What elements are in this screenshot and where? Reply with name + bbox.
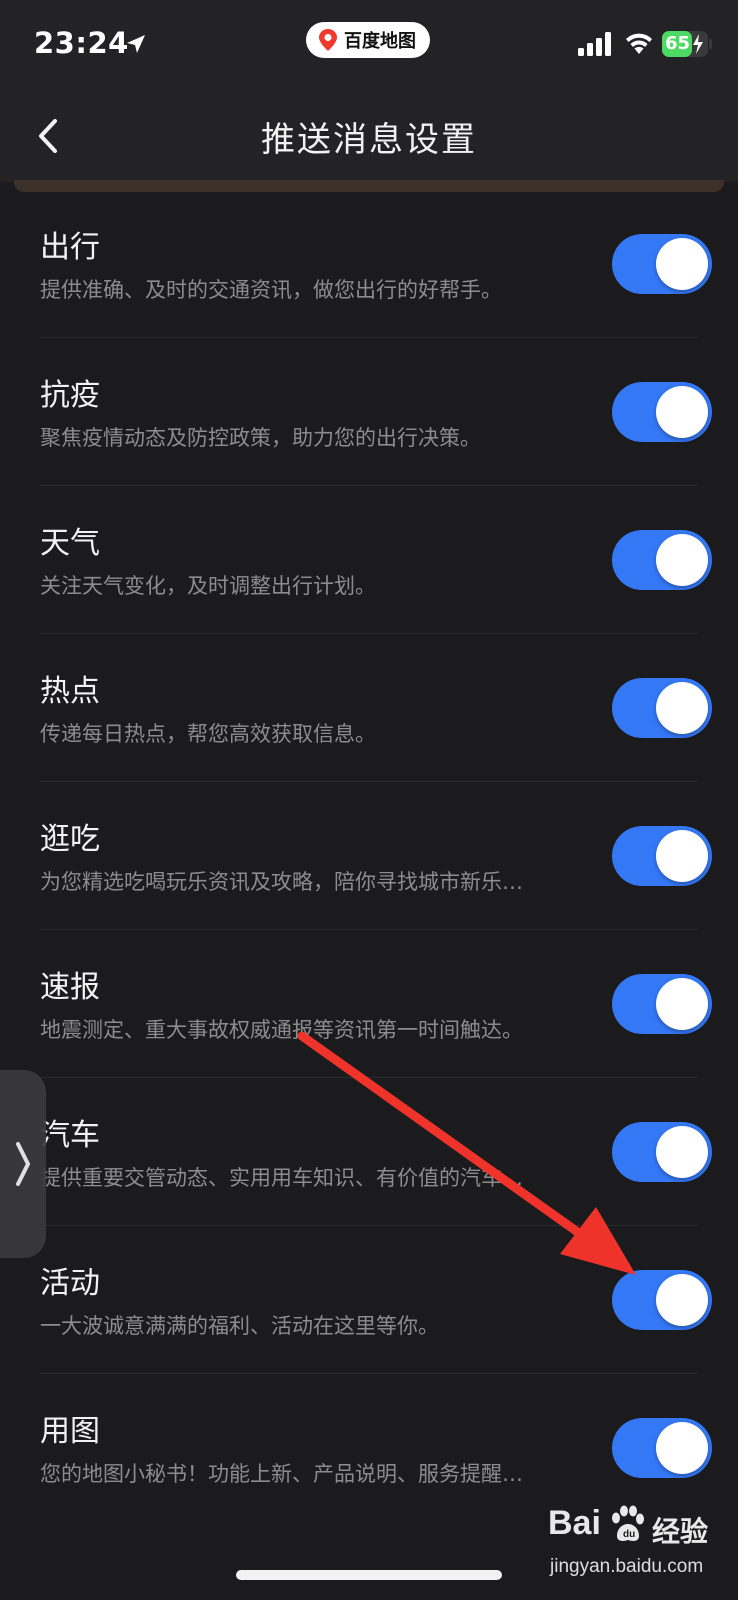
watermark-brand-jingyan: 经验 xyxy=(652,1515,709,1548)
toggle-switch-car[interactable] xyxy=(612,1122,712,1182)
setting-row-epidemic: 抗疫 聚焦疫情动态及防控政策，助力您的出行决策。 xyxy=(0,338,738,486)
setting-row-hotspot: 热点 传递每日热点，帮您高效获取信息。 xyxy=(0,634,738,782)
toggle-knob xyxy=(656,830,708,882)
setting-row-food: 逛吃 为您精选吃喝玩乐资讯及攻略，陪你寻找城市新乐… xyxy=(0,782,738,930)
toggle-knob xyxy=(656,682,708,734)
battery-indicator: 65 xyxy=(662,31,708,57)
wifi-icon xyxy=(626,33,652,54)
setting-title: 热点 xyxy=(40,674,100,709)
side-expand-tab[interactable] xyxy=(0,1070,46,1258)
toggle-knob xyxy=(656,1126,708,1178)
app-pill[interactable]: 百度地图 xyxy=(306,22,430,58)
toggle-knob xyxy=(656,534,708,586)
app-pill-label: 百度地图 xyxy=(344,31,416,52)
toggle-switch-food[interactable] xyxy=(612,826,712,886)
setting-row-alert: 速报 地震测定、重大事故权威通报等资讯第一时间触达。 xyxy=(0,930,738,1078)
setting-title: 逛吃 xyxy=(40,822,100,857)
navigation-bar: 推送消息设置 xyxy=(0,90,738,182)
toggle-switch-alert[interactable] xyxy=(612,974,712,1034)
setting-title: 活动 xyxy=(40,1266,100,1301)
cellular-signal-icon xyxy=(578,32,611,56)
setting-title: 汽车 xyxy=(40,1118,100,1153)
watermark-brand-bai: Bai xyxy=(548,1504,601,1542)
setting-description: 提供重要交管动态、实用用车知识、有价值的汽车… xyxy=(40,1166,523,1190)
status-time: 23:24 xyxy=(34,26,129,60)
setting-description: 您的地图小秘书！功能上新、产品说明、服务提醒… xyxy=(40,1462,523,1486)
toggle-knob xyxy=(656,386,708,438)
svg-text:du: du xyxy=(623,1529,635,1540)
charging-bolt-icon xyxy=(693,34,703,54)
toggle-switch-hotspot[interactable] xyxy=(612,678,712,738)
chevron-right-icon xyxy=(16,1142,30,1186)
paw-icon: du xyxy=(612,1505,644,1541)
setting-row-weather: 天气 关注天气变化，及时调整出行计划。 xyxy=(0,486,738,634)
page-title: 推送消息设置 xyxy=(261,120,477,160)
setting-row-activity: 活动 一大波诚意满满的福利、活动在这里等你。 xyxy=(0,1226,738,1374)
setting-description: 地震测定、重大事故权威通报等资讯第一时间触达。 xyxy=(40,1018,523,1042)
toggle-switch-epidemic[interactable] xyxy=(612,382,712,442)
setting-title: 速报 xyxy=(40,970,100,1005)
setting-title: 用图 xyxy=(40,1414,100,1449)
battery-level-text: 65 xyxy=(665,33,691,54)
battery-tip xyxy=(709,39,712,49)
toggle-switch-usage[interactable] xyxy=(612,1418,712,1478)
toggle-switch-weather[interactable] xyxy=(612,530,712,590)
toggle-knob xyxy=(656,1274,708,1326)
setting-description: 为您精选吃喝玩乐资讯及攻略，陪你寻找城市新乐… xyxy=(40,870,523,894)
location-arrow-icon xyxy=(127,35,145,53)
setting-row-travel: 出行 提供准确、及时的交通资讯，做您出行的好帮手。 xyxy=(0,190,738,338)
setting-title: 出行 xyxy=(40,230,100,265)
setting-title: 天气 xyxy=(40,526,100,561)
setting-description: 聚焦疫情动态及防控政策，助力您的出行决策。 xyxy=(40,426,481,450)
watermark-url: jingyan.baidu.com xyxy=(550,1556,704,1577)
toggle-knob xyxy=(656,1422,708,1474)
setting-description: 提供准确、及时的交通资讯，做您出行的好帮手。 xyxy=(40,278,502,302)
home-indicator[interactable] xyxy=(236,1570,502,1580)
status-bar: 23:24 百度地图 65 xyxy=(0,0,738,90)
baidu-map-pin-icon xyxy=(319,29,337,51)
setting-description: 一大波诚意满满的福利、活动在这里等你。 xyxy=(40,1314,439,1338)
toggle-switch-activity[interactable] xyxy=(612,1270,712,1330)
setting-title: 抗疫 xyxy=(40,378,100,413)
toggle-switch-travel[interactable] xyxy=(612,234,712,294)
setting-row-car: 汽车 提供重要交管动态、实用用车知识、有价值的汽车… xyxy=(0,1078,738,1226)
setting-description: 传递每日热点，帮您高效获取信息。 xyxy=(40,722,376,746)
setting-description: 关注天气变化，及时调整出行计划。 xyxy=(40,574,376,598)
toggle-knob xyxy=(656,978,708,1030)
baidu-jingyan-watermark: Bai du 经验 jingyan.baidu.com xyxy=(548,1500,728,1590)
toggle-knob xyxy=(656,238,708,290)
